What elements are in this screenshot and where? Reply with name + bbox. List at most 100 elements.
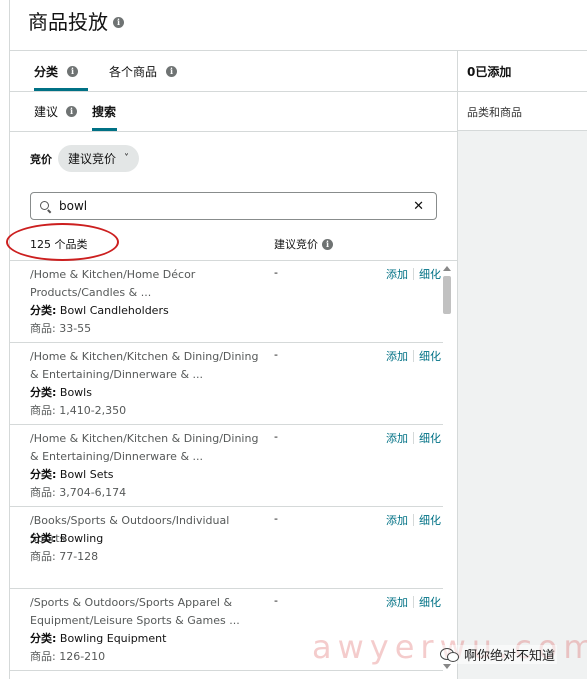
- added-count: 0已添加: [467, 65, 512, 79]
- refine-button[interactable]: 细化: [419, 512, 441, 528]
- tab-individual-products[interactable]: 各个商品 i: [109, 63, 178, 80]
- add-button[interactable]: 添加: [386, 430, 408, 446]
- active-tab-indicator: [34, 88, 88, 91]
- category-label: 分类:: [30, 386, 57, 399]
- divider: [413, 514, 414, 526]
- category-path: /Home & Kitchen/Kitchen & Dining/Dining …: [30, 432, 259, 463]
- category-value: Bowl Sets: [59, 468, 114, 481]
- category-path: /Sports & Outdoors/Sports Apparel & Equi…: [30, 596, 240, 627]
- suggested-bid: -: [274, 512, 278, 525]
- tab-category-label: 分类: [34, 65, 59, 79]
- info-icon[interactable]: i: [67, 66, 79, 77]
- refine-button[interactable]: 细化: [419, 348, 441, 364]
- category-label: 分类:: [30, 304, 57, 317]
- search-icon: [40, 200, 51, 212]
- scroll-thumb[interactable]: [443, 276, 451, 314]
- divider: [413, 432, 414, 444]
- category-list: /Home & Kitchen/Home Décor Products/Cand…: [10, 261, 457, 679]
- page-title: 商品投放 i: [28, 6, 124, 35]
- info-icon[interactable]: i: [66, 106, 78, 117]
- tab-suggested[interactable]: 建议 i: [34, 103, 78, 120]
- refine-button[interactable]: 细化: [419, 430, 441, 446]
- row-actions: 添加 细化: [386, 594, 441, 610]
- suggested-bid: -: [274, 266, 278, 279]
- category-name: 分类: Bowl Candleholders: [30, 302, 169, 318]
- page-title-text: 商品投放: [28, 10, 108, 34]
- list-item: /Home & Kitchen/Home Décor Products/Cand…: [10, 261, 443, 343]
- category-value: Bowl Candleholders: [59, 304, 169, 317]
- add-button[interactable]: 添加: [386, 348, 408, 364]
- product-count: 商品: 1,410-2,350: [30, 402, 126, 418]
- suggested-bid: -: [274, 348, 278, 361]
- category-name: 分类: Bowl Sets: [30, 466, 114, 482]
- category-name: 分类: Bowling Equipment: [30, 630, 166, 646]
- list-item: /Books/Sports & Outdoors/Individual Spor…: [10, 507, 443, 589]
- count-value: 77-128: [59, 550, 99, 563]
- suggested-bid: -: [274, 594, 278, 607]
- count-label: 商品:: [30, 404, 56, 417]
- divider: [413, 268, 414, 280]
- search-value[interactable]: bowl: [59, 199, 413, 213]
- suggested-bid: -: [274, 430, 278, 443]
- list-item: /Home & Kitchen/Kitchen & Dining/Dining …: [10, 425, 443, 507]
- category-value: Bowling Equipment: [59, 632, 167, 645]
- added-panel-subheader: 品类和商品: [458, 92, 587, 131]
- wechat-watermark-text: 啊你绝对不知道: [464, 649, 556, 664]
- count-label: 商品:: [30, 486, 56, 499]
- bid-label: 竞价: [30, 152, 52, 166]
- bid-row: 竞价 建议竞价 ˅: [30, 145, 140, 172]
- count-label: 商品:: [30, 650, 56, 663]
- product-count: 商品: 77-128: [30, 548, 98, 564]
- row-actions: 添加 细化: [386, 430, 441, 446]
- added-panel-header: 0已添加: [458, 51, 587, 92]
- chevron-down-icon: ˅: [124, 153, 130, 164]
- refine-button[interactable]: 细化: [419, 266, 441, 282]
- tab-suggested-label: 建议: [34, 105, 59, 119]
- bid-column-label: 建议竞价: [274, 238, 318, 251]
- category-path: /Home & Kitchen/Kitchen & Dining/Dining …: [30, 350, 259, 381]
- annotation-circle: [6, 223, 119, 261]
- close-icon[interactable]: ✕: [413, 199, 424, 214]
- scroll-up-icon[interactable]: [443, 266, 451, 271]
- tab-individual-products-label: 各个商品: [109, 65, 158, 79]
- wechat-watermark: 啊你绝对不知道: [438, 645, 558, 664]
- count-value: 126-210: [59, 650, 106, 663]
- bid-select[interactable]: 建议竞价 ˅: [58, 145, 140, 172]
- count-value: 3,704-6,174: [59, 486, 127, 499]
- refine-button[interactable]: 细化: [419, 594, 441, 610]
- count-value: 33-55: [59, 322, 92, 335]
- info-icon[interactable]: i: [322, 238, 333, 250]
- category-label: 分类:: [30, 532, 57, 545]
- bid-column-header: 建议竞价 i: [274, 236, 333, 252]
- product-count: 商品: 126-210: [30, 648, 105, 664]
- category-name: 分类: Bowls: [30, 384, 92, 400]
- category-name: 分类: Bowling: [30, 530, 103, 546]
- info-icon[interactable]: i: [166, 66, 178, 77]
- tab-search-label: 搜索: [92, 105, 117, 119]
- search-input[interactable]: bowl ✕: [30, 192, 437, 220]
- count-label: 商品:: [30, 550, 56, 563]
- list-item: /Home & Kitchen/Kitchen & Dining/Dining …: [10, 343, 443, 425]
- add-button[interactable]: 添加: [386, 266, 408, 282]
- category-value: Bowling: [59, 532, 104, 545]
- divider: [413, 350, 414, 362]
- row-actions: 添加 细化: [386, 266, 441, 282]
- product-count: 商品: 3,704-6,174: [30, 484, 126, 500]
- category-value: Bowls: [59, 386, 92, 399]
- tab-category[interactable]: 分类 i: [34, 63, 79, 80]
- active-subtab-indicator: [92, 128, 117, 131]
- divider: [413, 596, 414, 608]
- row-actions: 添加 细化: [386, 348, 441, 364]
- added-panel: 0已添加 品类和商品: [457, 51, 587, 679]
- info-icon[interactable]: i: [113, 17, 124, 28]
- product-count: 商品: 33-55: [30, 320, 91, 336]
- added-panel-sublabel: 品类和商品: [467, 106, 522, 119]
- add-button[interactable]: 添加: [386, 512, 408, 528]
- count-value: 1,410-2,350: [59, 404, 127, 417]
- scrollbar[interactable]: [441, 264, 453, 679]
- category-label: 分类:: [30, 632, 57, 645]
- add-button[interactable]: 添加: [386, 594, 408, 610]
- tab-search[interactable]: 搜索: [92, 103, 116, 120]
- wechat-icon: [440, 647, 459, 662]
- category-label: 分类:: [30, 468, 57, 481]
